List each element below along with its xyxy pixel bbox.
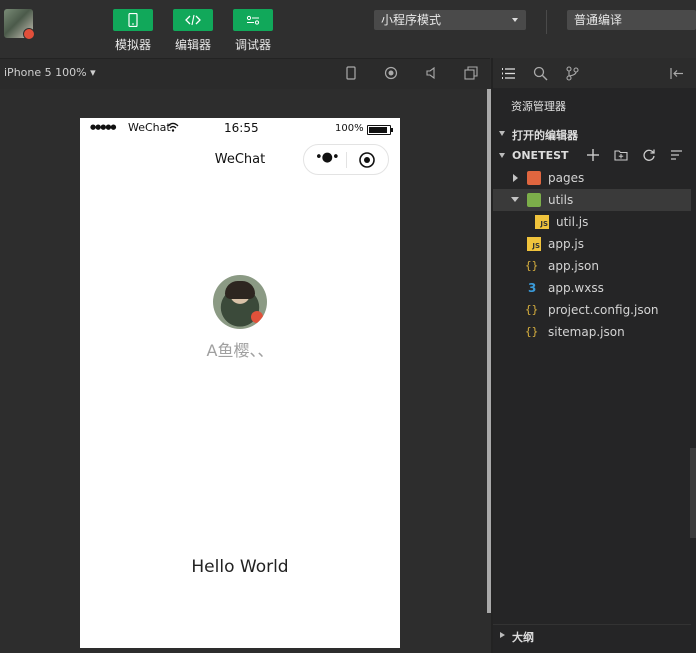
tree-item-app-wxss[interactable]: 3 app.wxss <box>493 277 691 299</box>
chevron-down-icon <box>511 197 519 202</box>
collapse-panel-icon[interactable] <box>669 66 684 81</box>
chevron-down-icon <box>499 131 505 136</box>
tree-item-util-js[interactable]: JS util.js <box>493 211 691 233</box>
open-editors-label: 打开的编辑器 <box>512 129 578 142</box>
tree-item-label: util.js <box>556 215 589 229</box>
user-avatar[interactable] <box>4 9 35 40</box>
js-file-icon: JS <box>527 237 541 251</box>
debugger-label: 调试器 <box>234 38 271 52</box>
toolbar-divider <box>546 10 547 34</box>
refresh-icon[interactable] <box>642 148 656 162</box>
capsule-divider <box>346 152 347 168</box>
hello-text: Hello World <box>191 557 289 577</box>
more-icon[interactable]: •●• <box>315 150 340 165</box>
json-file-icon: {} <box>525 303 539 316</box>
chevron-right-icon <box>500 632 505 638</box>
profile-avatar <box>213 275 267 329</box>
new-file-icon[interactable] <box>586 148 600 162</box>
chevron-right-icon <box>513 174 518 182</box>
capsule-menu[interactable]: •●• <box>303 144 389 175</box>
editor-button[interactable] <box>173 9 213 31</box>
folder-icon <box>527 171 541 185</box>
phone-icon <box>128 13 138 27</box>
css-file-icon: 3 <box>528 281 537 295</box>
mode-select-value: 小程序模式 <box>381 13 442 27</box>
detach-window-icon[interactable] <box>464 66 478 80</box>
tree-item-project-config[interactable]: {} project.config.json <box>493 299 691 321</box>
compile-select-value: 普通编译 <box>574 13 623 27</box>
explorer-scrollbar[interactable] <box>690 448 696 538</box>
folder-open-icon <box>527 193 541 207</box>
simulator-label: 模拟器 <box>114 38 151 52</box>
project-label: ONETEST <box>512 149 569 162</box>
js-file-icon: JS <box>535 215 549 229</box>
outline-label: 大纲 <box>512 631 534 644</box>
close-icon[interactable] <box>358 151 376 169</box>
tree-item-label: app.json <box>548 259 599 273</box>
tree-item-sitemap[interactable]: {} sitemap.json <box>493 321 691 343</box>
debug-icon <box>246 15 260 25</box>
user-nickname: A鱼樱、、 <box>206 341 274 360</box>
simulator-button[interactable] <box>113 9 153 31</box>
tree-item-app-json[interactable]: {} app.json <box>493 255 691 277</box>
battery-icon <box>367 125 393 135</box>
json-file-icon: {} <box>525 259 539 272</box>
tree-item-label: app.js <box>548 237 584 251</box>
chevron-down-icon <box>512 18 518 22</box>
volume-icon[interactable] <box>424 66 438 80</box>
tree-item-app-js[interactable]: JS app.js <box>493 233 691 255</box>
json-file-icon: {} <box>525 325 539 338</box>
tree-item-utils[interactable]: utils <box>493 189 691 211</box>
code-icon <box>185 14 201 26</box>
outline-header[interactable]: 大纲 <box>493 624 691 647</box>
collapse-all-icon[interactable] <box>670 148 684 162</box>
status-time: 16:55 <box>224 121 259 135</box>
explorer-toolbar <box>493 58 696 88</box>
record-icon[interactable] <box>384 66 398 80</box>
file-list-icon[interactable] <box>501 66 516 81</box>
mode-select[interactable]: 小程序模式 <box>374 10 526 30</box>
tree-item-label: project.config.json <box>548 303 659 317</box>
wifi-icon <box>167 122 179 132</box>
search-icon[interactable] <box>533 66 548 81</box>
tree-item-label: sitemap.json <box>548 325 625 339</box>
debugger-button[interactable] <box>233 9 273 31</box>
device-icon[interactable] <box>344 66 358 80</box>
tree-item-label: app.wxss <box>548 281 604 295</box>
tree-item-label: utils <box>548 193 574 207</box>
open-editors-header[interactable]: 打开的编辑器 <box>493 123 696 145</box>
phone-screen[interactable]: ●●●●● WeChat 16:55 100% WeChat •●• A鱼樱、、… <box>80 118 400 648</box>
tree-item-label: pages <box>548 171 585 185</box>
carrier-label: WeChat <box>128 121 171 134</box>
chevron-down-icon <box>499 153 505 158</box>
tree-item-pages[interactable]: pages <box>493 167 691 189</box>
compile-select[interactable]: 普通编译 <box>567 10 696 30</box>
status-bar: ●●●●● WeChat 16:55 100% <box>80 118 400 138</box>
editor-label: 编辑器 <box>174 38 211 52</box>
signal-icon: ●●●●● <box>90 123 117 131</box>
explorer-title: 资源管理器 <box>511 100 566 113</box>
source-control-icon[interactable] <box>565 66 580 81</box>
new-folder-icon[interactable] <box>614 148 628 162</box>
device-select[interactable]: iPhone 5 100% ▾ <box>4 66 96 79</box>
battery-percent: 100% <box>335 123 364 134</box>
